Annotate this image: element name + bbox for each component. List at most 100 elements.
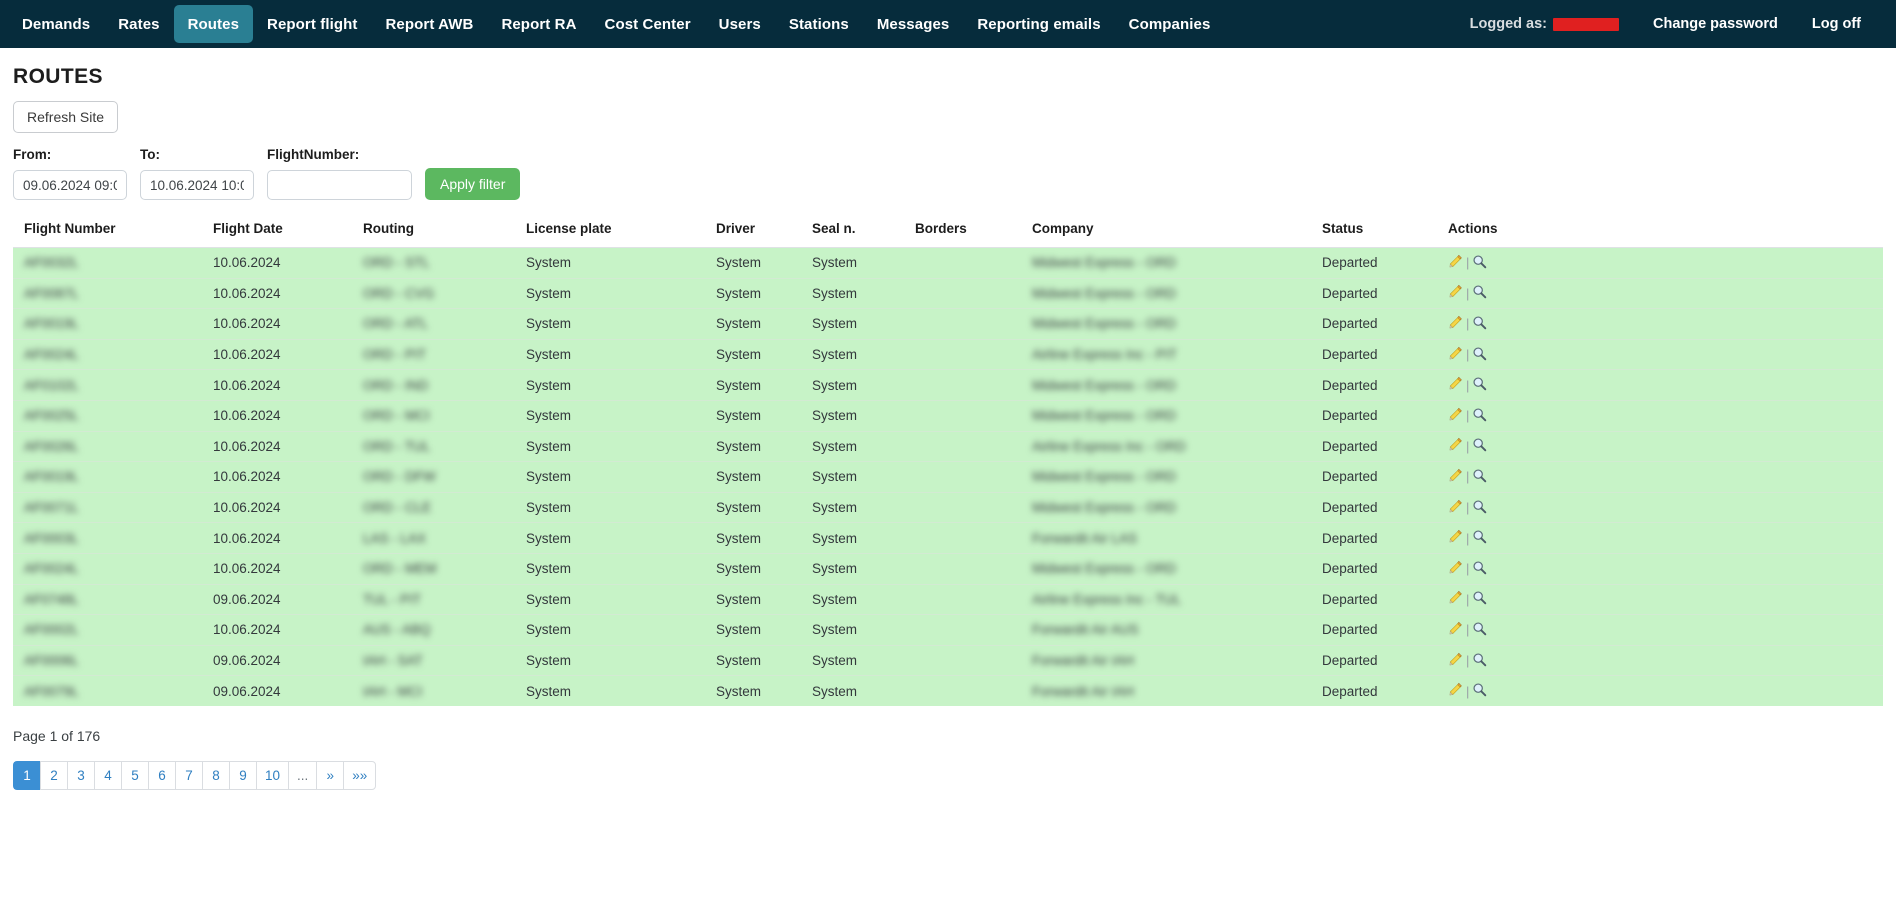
cell-company-text: Midwest Express - ORD [1032,469,1177,485]
pagination-page-10[interactable]: 10 [256,761,289,791]
pencil-icon[interactable] [1448,437,1463,455]
nav-item-routes[interactable]: Routes [173,5,254,43]
magnifier-icon[interactable] [1472,682,1487,700]
pencil-icon[interactable] [1448,407,1463,425]
magnifier-icon[interactable] [1472,529,1487,547]
cell-company: Midwest Express - ORD [1032,400,1322,432]
apply-filter-button[interactable]: Apply filter [425,168,521,200]
cell-status: Departed [1322,339,1448,371]
table-row[interactable]: AF0079L 09.06.2024 IAH - MCI System System Sy… [13,675,1883,707]
table-row[interactable]: AF0006L 09.06.2024 IAH - SAT System System Sy… [13,645,1883,677]
table-row[interactable]: AF0024L 10.06.2024 ORD - MEM System System Sy… [13,553,1883,585]
cell-driver-text: System [716,591,762,607]
filter-to-input[interactable] [140,170,254,200]
cell-driver: System [716,553,812,585]
nav-item-companies[interactable]: Companies [1115,0,1225,48]
table-row[interactable]: AF0026L 10.06.2024 ORD - TUL System System Sy… [13,431,1883,463]
column-header-routing: Routing [363,221,526,248]
nav-item-report-ra[interactable]: Report RA [487,0,590,48]
pagination-page-4[interactable]: 4 [94,761,121,791]
pagination-page-9[interactable]: 9 [229,761,256,791]
magnifier-icon[interactable] [1472,437,1487,455]
pagination-page-3[interactable]: 3 [67,761,94,791]
nav-item-users[interactable]: Users [705,0,775,48]
nav-item-stations[interactable]: Stations [775,0,863,48]
magnifier-icon[interactable] [1472,590,1487,608]
pagination-page-2[interactable]: 2 [40,761,67,791]
filter-flight-number-input[interactable] [267,170,412,200]
cell-flight-date: 10.06.2024 [213,492,363,524]
magnifier-icon[interactable] [1472,376,1487,394]
pencil-icon[interactable] [1448,682,1463,700]
pencil-icon[interactable] [1448,376,1463,394]
table-row[interactable]: AF0087L 10.06.2024 ORD - CVG System System Sy… [13,278,1883,310]
magnifier-icon[interactable] [1472,621,1487,639]
table-row[interactable]: AF0025L 10.06.2024 ORD - MCI System System Sy… [13,400,1883,432]
magnifier-icon[interactable] [1472,315,1487,333]
pencil-icon[interactable] [1448,499,1463,517]
cell-flight-date-text: 10.06.2024 [213,285,281,301]
cell-seal-number: System [812,339,915,371]
cell-driver: System [716,645,812,677]
nav-item-report-flight[interactable]: Report flight [253,0,371,48]
pencil-icon[interactable] [1448,254,1463,272]
cell-driver: System [716,522,812,554]
nav-item-rates[interactable]: Rates [104,0,173,48]
table-row[interactable]: AF0019L 10.06.2024 ORD - DFW System System Sy… [13,461,1883,493]
pagination-page-5[interactable]: 5 [121,761,148,791]
magnifier-icon[interactable] [1472,560,1487,578]
column-header-flight-number: Flight Number [13,221,213,248]
pencil-icon[interactable] [1448,468,1463,486]
table-row[interactable]: AF0102L 10.06.2024 ORD - IND System System Sy… [13,369,1883,401]
pencil-icon[interactable] [1448,529,1463,547]
pagination-page-6[interactable]: 6 [148,761,175,791]
cell-license-plate: System [526,461,716,493]
table-row[interactable]: AF0071L 10.06.2024 ORD - CLE System System Sy… [13,492,1883,524]
log-off-link[interactable]: Log off [1795,16,1878,32]
table-row[interactable]: AF0002L 10.06.2024 AUS - ABQ System System Sy… [13,614,1883,646]
cell-seal-number-text: System [812,653,858,669]
table-row[interactable]: AF0003L 10.06.2024 LAS - LAX System System Sy… [13,522,1883,554]
cell-license-plate: System [526,614,716,646]
pencil-icon[interactable] [1448,652,1463,670]
cell-actions: | [1448,645,1883,677]
pagination-page-8[interactable]: 8 [202,761,229,791]
actions-separator: | [1466,347,1470,363]
table-row[interactable]: AF0019L 10.06.2024 ORD - ATL System System Sy… [13,308,1883,340]
actions-separator: | [1466,683,1470,699]
table-row[interactable]: AF0748L 09.06.2024 TUL - PIT System System Sy… [13,584,1883,616]
pagination-page-7[interactable]: 7 [175,761,202,791]
magnifier-icon[interactable] [1472,499,1487,517]
pagination-page-»»[interactable]: »» [343,761,377,791]
pagination-page-1[interactable]: 1 [13,761,40,791]
magnifier-icon[interactable] [1472,468,1487,486]
nav-item-messages[interactable]: Messages [863,0,964,48]
pencil-icon[interactable] [1448,590,1463,608]
nav-item-demands[interactable]: Demands [8,0,104,48]
change-password-link[interactable]: Change password [1636,16,1795,32]
magnifier-icon[interactable] [1472,284,1487,302]
magnifier-icon[interactable] [1472,254,1487,272]
magnifier-icon[interactable] [1472,346,1487,364]
routes-table-head: Flight Number Flight Date Routing Licens… [13,221,1883,248]
nav-item-reporting-emails[interactable]: Reporting emails [963,0,1114,48]
cell-seal-number-text: System [812,408,858,424]
pencil-icon[interactable] [1448,621,1463,639]
cell-seal-number-text: System [812,469,858,485]
pencil-icon[interactable] [1448,315,1463,333]
pencil-icon[interactable] [1448,346,1463,364]
pencil-icon[interactable] [1448,560,1463,578]
nav-item-cost-center[interactable]: Cost Center [591,0,705,48]
magnifier-icon[interactable] [1472,652,1487,670]
refresh-site-button[interactable]: Refresh Site [13,101,119,133]
cell-flight-date: 10.06.2024 [213,553,363,585]
magnifier-icon[interactable] [1472,407,1487,425]
table-row[interactable]: AF0024L 10.06.2024 ORD - PIT System System Sy… [13,339,1883,371]
cell-company-text: Airline Express Inc - TUL [1032,591,1182,607]
filter-from-input[interactable] [13,170,127,200]
cell-license-plate: System [526,400,716,432]
table-row[interactable]: AF0032L 10.06.2024 ORD - STL System System Sy… [13,247,1883,279]
pagination-page-»[interactable]: » [316,761,344,791]
pencil-icon[interactable] [1448,284,1463,302]
nav-item-report-awb[interactable]: Report AWB [371,0,487,48]
